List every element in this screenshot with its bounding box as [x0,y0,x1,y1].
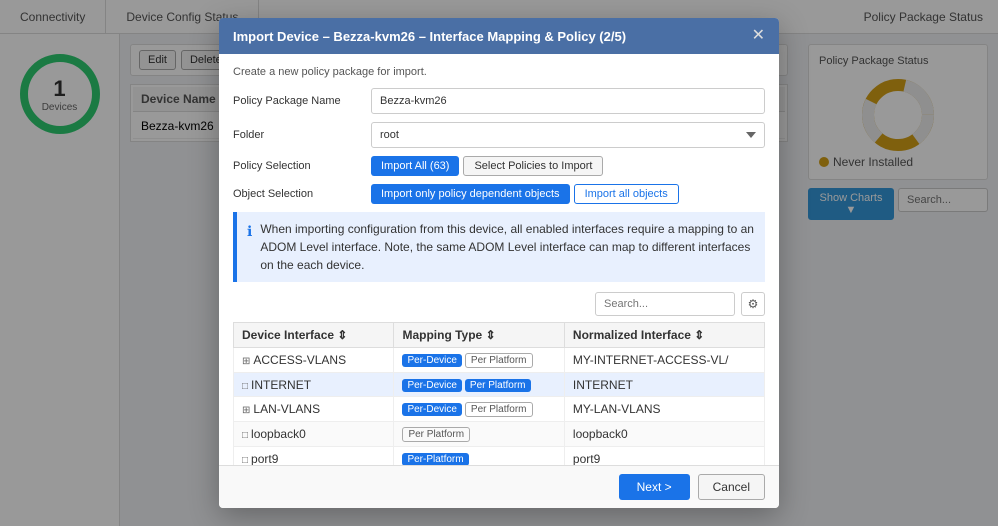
folder-label: Folder [233,129,363,141]
next-button[interactable]: Next > [619,474,690,500]
modal-header: Import Device – Bezza-kvm26 – Interface … [219,18,779,54]
table-row[interactable]: □INTERNETPer-DevicePer PlatformINTERNET [234,373,765,397]
object-selection-buttons: Import only policy dependent objects Imp… [371,184,765,204]
device-interface-cell: □INTERNET [234,373,394,397]
col-device-interface: Device Interface ⇕ [234,323,394,348]
import-dependent-button[interactable]: Import only policy dependent objects [371,184,570,204]
table-row[interactable]: ⊞LAN-VLANS Per-Device Per Platform MY-LAN-V… [234,397,765,422]
normalized-interface-cell: loopback0 [564,422,764,447]
device-name: INTERNET [251,378,311,392]
col-mapping-type: Mapping Type ⇕ [394,323,564,348]
device-interface-cell: ⊞ACCESS-VLANS [234,348,394,373]
cancel-button[interactable]: Cancel [698,474,765,500]
table-row[interactable]: ⊞ACCESS-VLANS Per-Device Per Platform MY-IN… [234,348,765,373]
gear-button[interactable]: ⚙ [741,292,765,316]
policy-selection-buttons: Import All (63) Select Policies to Impor… [371,156,765,176]
device-name: LAN-VLANS [253,402,320,416]
object-selection-label: Object Selection [233,188,363,200]
table-row[interactable]: □loopback0Per Platformloopback0 [234,422,765,447]
policy-package-name-label: Policy Package Name [233,95,363,107]
import-modal: Import Device – Bezza-kvm26 – Interface … [219,18,779,508]
mapping-type-cell: Per-Device Per Platform [394,348,564,373]
per-device-badge: Per-Device [402,379,461,392]
mapping-type-cell: Per-Device Per Platform [394,397,564,422]
table-search-input[interactable] [595,292,735,316]
device-icon: ⊞ [242,405,250,416]
object-selection-row: Object Selection Import only policy depe… [233,184,765,204]
folder-select[interactable]: root [371,122,765,148]
import-all-button[interactable]: Import All (63) [371,156,459,176]
import-all-objects-button[interactable]: Import all objects [574,184,679,204]
normalized-interface-cell: INTERNET [564,373,764,397]
select-policies-button[interactable]: Select Policies to Import [463,156,603,176]
modal-overlay: Import Device – Bezza-kvm26 – Interface … [0,0,998,526]
info-box: ℹ When importing configuration from this… [233,212,765,282]
folder-row: Folder root [233,122,765,148]
device-name: loopback0 [251,427,306,441]
device-interface-cell: ⊞LAN-VLANS [234,397,394,422]
normalized-interface-cell: port9 [564,447,764,466]
modal-footer: Next > Cancel [219,465,779,508]
per-device-badge: Per-Device [402,354,461,367]
modal-body: Create a new policy package for import. … [219,54,779,465]
normalized-interface-cell: MY-LAN-VLANS [564,397,764,422]
info-icon: ℹ [247,221,252,242]
policy-selection-row: Policy Selection Import All (63) Select … [233,156,765,176]
mapping-table: Device Interface ⇕ Mapping Type ⇕ Normal… [233,322,765,465]
device-interface-cell: □loopback0 [234,422,394,447]
search-bar-row: ⚙ [233,292,765,316]
device-name: ACCESS-VLANS [253,353,346,367]
device-name: port9 [251,452,278,466]
device-icon: ⊞ [242,356,250,367]
per-platform-badge: Per-Platform [402,453,468,465]
per-device-badge: Per-Device [402,403,461,416]
device-interface-cell: □port9 [234,447,394,466]
device-icon: □ [242,381,248,392]
modal-description: Create a new policy package for import. [233,66,765,78]
per-platform-badge: Per Platform [465,379,531,392]
mapping-type-cell: Per-Device Per Platform [394,373,564,397]
policy-package-name-row: Policy Package Name [233,88,765,114]
mapping-type-cell: Per-Platform [394,447,564,466]
policy-selection-label: Policy Selection [233,160,363,172]
device-icon: □ [242,430,248,441]
col-normalized-interface: Normalized Interface ⇕ [564,323,764,348]
close-button[interactable]: ✕ [752,28,765,44]
mapping-type-cell: Per Platform [394,422,564,447]
policy-package-name-input[interactable] [371,88,765,114]
modal-title: Import Device – Bezza-kvm26 – Interface … [233,29,626,44]
device-icon: □ [242,455,248,466]
table-row[interactable]: □port9Per-Platformport9 [234,447,765,466]
per-platform-outline: Per Platform [465,402,533,417]
per-platform-outline: Per Platform [402,427,470,442]
normalized-interface-cell: MY-INTERNET-ACCESS-VL/ [564,348,764,373]
per-platform-outline: Per Platform [465,353,533,368]
